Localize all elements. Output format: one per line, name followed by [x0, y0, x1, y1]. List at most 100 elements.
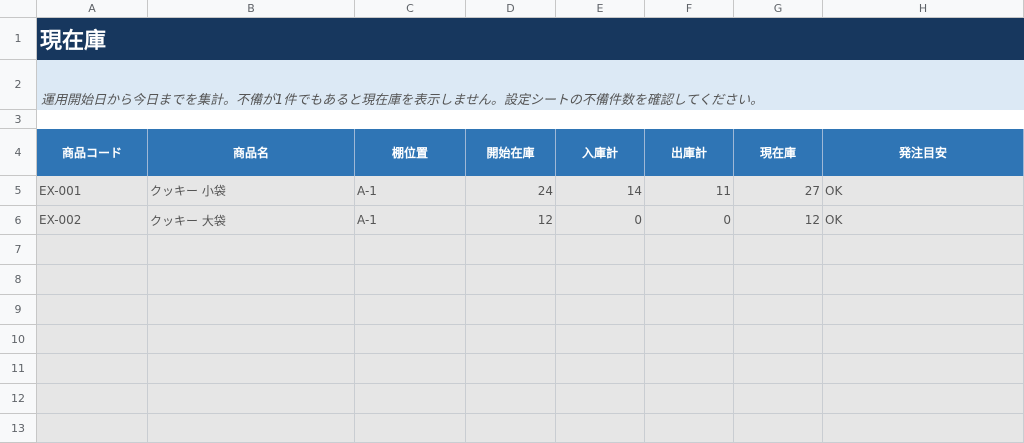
- row-header-4[interactable]: 4: [0, 129, 37, 176]
- table-cell[interactable]: [645, 295, 734, 325]
- table-cell[interactable]: [148, 414, 355, 443]
- column-header-g[interactable]: G: [734, 0, 823, 18]
- table-cell[interactable]: 27: [734, 176, 823, 206]
- table-cell[interactable]: [645, 354, 734, 384]
- table-cell[interactable]: [734, 235, 823, 265]
- table-cell[interactable]: 14: [556, 176, 645, 206]
- table-cell[interactable]: [355, 384, 466, 414]
- table-cell[interactable]: OK: [823, 206, 1024, 235]
- table-cell[interactable]: [556, 295, 645, 325]
- table-cell[interactable]: [556, 384, 645, 414]
- table-header-cell[interactable]: 商品名: [148, 129, 355, 176]
- table-cell[interactable]: [734, 354, 823, 384]
- table-cell[interactable]: [823, 354, 1024, 384]
- table-cell[interactable]: OK: [823, 176, 1024, 206]
- row-header-10[interactable]: 10: [0, 325, 37, 354]
- table-cell[interactable]: [466, 235, 556, 265]
- row-header-3[interactable]: 3: [0, 110, 37, 129]
- column-header-d[interactable]: D: [466, 0, 556, 18]
- sheet-title[interactable]: 現在庫: [37, 18, 1024, 60]
- table-cell[interactable]: [645, 235, 734, 265]
- row-header-1[interactable]: 1: [0, 18, 37, 60]
- row-header-13[interactable]: 13: [0, 414, 37, 443]
- table-cell[interactable]: [466, 325, 556, 354]
- select-all-corner[interactable]: [0, 0, 37, 18]
- table-cell[interactable]: [734, 295, 823, 325]
- table-cell[interactable]: 0: [645, 206, 734, 235]
- table-header-cell[interactable]: 発注目安: [823, 129, 1024, 176]
- table-cell[interactable]: [466, 384, 556, 414]
- table-cell[interactable]: [355, 265, 466, 295]
- table-header-cell[interactable]: 現在庫: [734, 129, 823, 176]
- column-header-h[interactable]: H: [823, 0, 1024, 18]
- table-header-cell[interactable]: 出庫計: [645, 129, 734, 176]
- table-cell[interactable]: [823, 414, 1024, 443]
- instruction-note[interactable]: 運用開始日から今日までを集計。不備が1件でもあると現在庫を表示しません。設定シー…: [37, 60, 1024, 110]
- column-header-f[interactable]: F: [645, 0, 734, 18]
- table-cell[interactable]: [355, 235, 466, 265]
- table-cell[interactable]: 24: [466, 176, 556, 206]
- table-cell[interactable]: [37, 414, 148, 443]
- row-header-11[interactable]: 11: [0, 354, 37, 384]
- table-cell[interactable]: [355, 325, 466, 354]
- table-cell[interactable]: [37, 325, 148, 354]
- row-header-6[interactable]: 6: [0, 206, 37, 235]
- table-cell[interactable]: 12: [734, 206, 823, 235]
- table-cell[interactable]: [466, 354, 556, 384]
- table-cell[interactable]: [734, 414, 823, 443]
- table-cell[interactable]: [645, 265, 734, 295]
- table-cell[interactable]: [556, 265, 645, 295]
- table-cell[interactable]: [355, 354, 466, 384]
- table-header-cell[interactable]: 開始在庫: [466, 129, 556, 176]
- table-cell[interactable]: [37, 384, 148, 414]
- table-cell[interactable]: [556, 414, 645, 443]
- table-cell[interactable]: [645, 414, 734, 443]
- table-cell[interactable]: [823, 235, 1024, 265]
- table-cell[interactable]: [823, 384, 1024, 414]
- spreadsheet-grid[interactable]: A B C D E F G H 1 2 3 4 5 6 7 8 9 10 11 12 13 現在庫 運用開始日から今日までを…: [0, 0, 1024, 443]
- table-cell[interactable]: 0: [556, 206, 645, 235]
- table-cell[interactable]: [734, 384, 823, 414]
- table-cell[interactable]: [37, 265, 148, 295]
- row-header-8[interactable]: 8: [0, 265, 37, 295]
- table-cell[interactable]: [823, 265, 1024, 295]
- table-cell[interactable]: [355, 414, 466, 443]
- table-cell[interactable]: [148, 354, 355, 384]
- column-header-b[interactable]: B: [148, 0, 355, 18]
- table-cell[interactable]: [37, 295, 148, 325]
- table-cell[interactable]: [823, 325, 1024, 354]
- table-cell[interactable]: [466, 414, 556, 443]
- table-header-cell[interactable]: 棚位置: [355, 129, 466, 176]
- table-header-cell[interactable]: 入庫計: [556, 129, 645, 176]
- table-cell[interactable]: [645, 384, 734, 414]
- table-cell[interactable]: [645, 325, 734, 354]
- table-header-cell[interactable]: 商品コード: [37, 129, 148, 176]
- row-header-7[interactable]: 7: [0, 235, 37, 265]
- table-cell[interactable]: [823, 295, 1024, 325]
- table-cell[interactable]: 12: [466, 206, 556, 235]
- row-header-2[interactable]: 2: [0, 60, 37, 110]
- table-cell[interactable]: [466, 265, 556, 295]
- table-cell[interactable]: 11: [645, 176, 734, 206]
- table-cell[interactable]: A-1: [355, 176, 466, 206]
- row-header-9[interactable]: 9: [0, 295, 37, 325]
- table-cell[interactable]: [734, 325, 823, 354]
- table-cell[interactable]: [148, 295, 355, 325]
- table-cell[interactable]: A-1: [355, 206, 466, 235]
- column-header-c[interactable]: C: [355, 0, 466, 18]
- table-cell[interactable]: [734, 265, 823, 295]
- row-header-5[interactable]: 5: [0, 176, 37, 206]
- table-cell[interactable]: [355, 295, 466, 325]
- table-cell[interactable]: クッキー 大袋: [148, 206, 355, 235]
- column-header-e[interactable]: E: [556, 0, 645, 18]
- table-cell[interactable]: [148, 325, 355, 354]
- table-cell[interactable]: [148, 235, 355, 265]
- table-cell[interactable]: [37, 354, 148, 384]
- table-cell[interactable]: [556, 325, 645, 354]
- row-header-12[interactable]: 12: [0, 384, 37, 414]
- column-header-a[interactable]: A: [37, 0, 148, 18]
- table-cell[interactable]: クッキー 小袋: [148, 176, 355, 206]
- table-cell[interactable]: [556, 354, 645, 384]
- table-cell[interactable]: [556, 235, 645, 265]
- table-cell[interactable]: [466, 295, 556, 325]
